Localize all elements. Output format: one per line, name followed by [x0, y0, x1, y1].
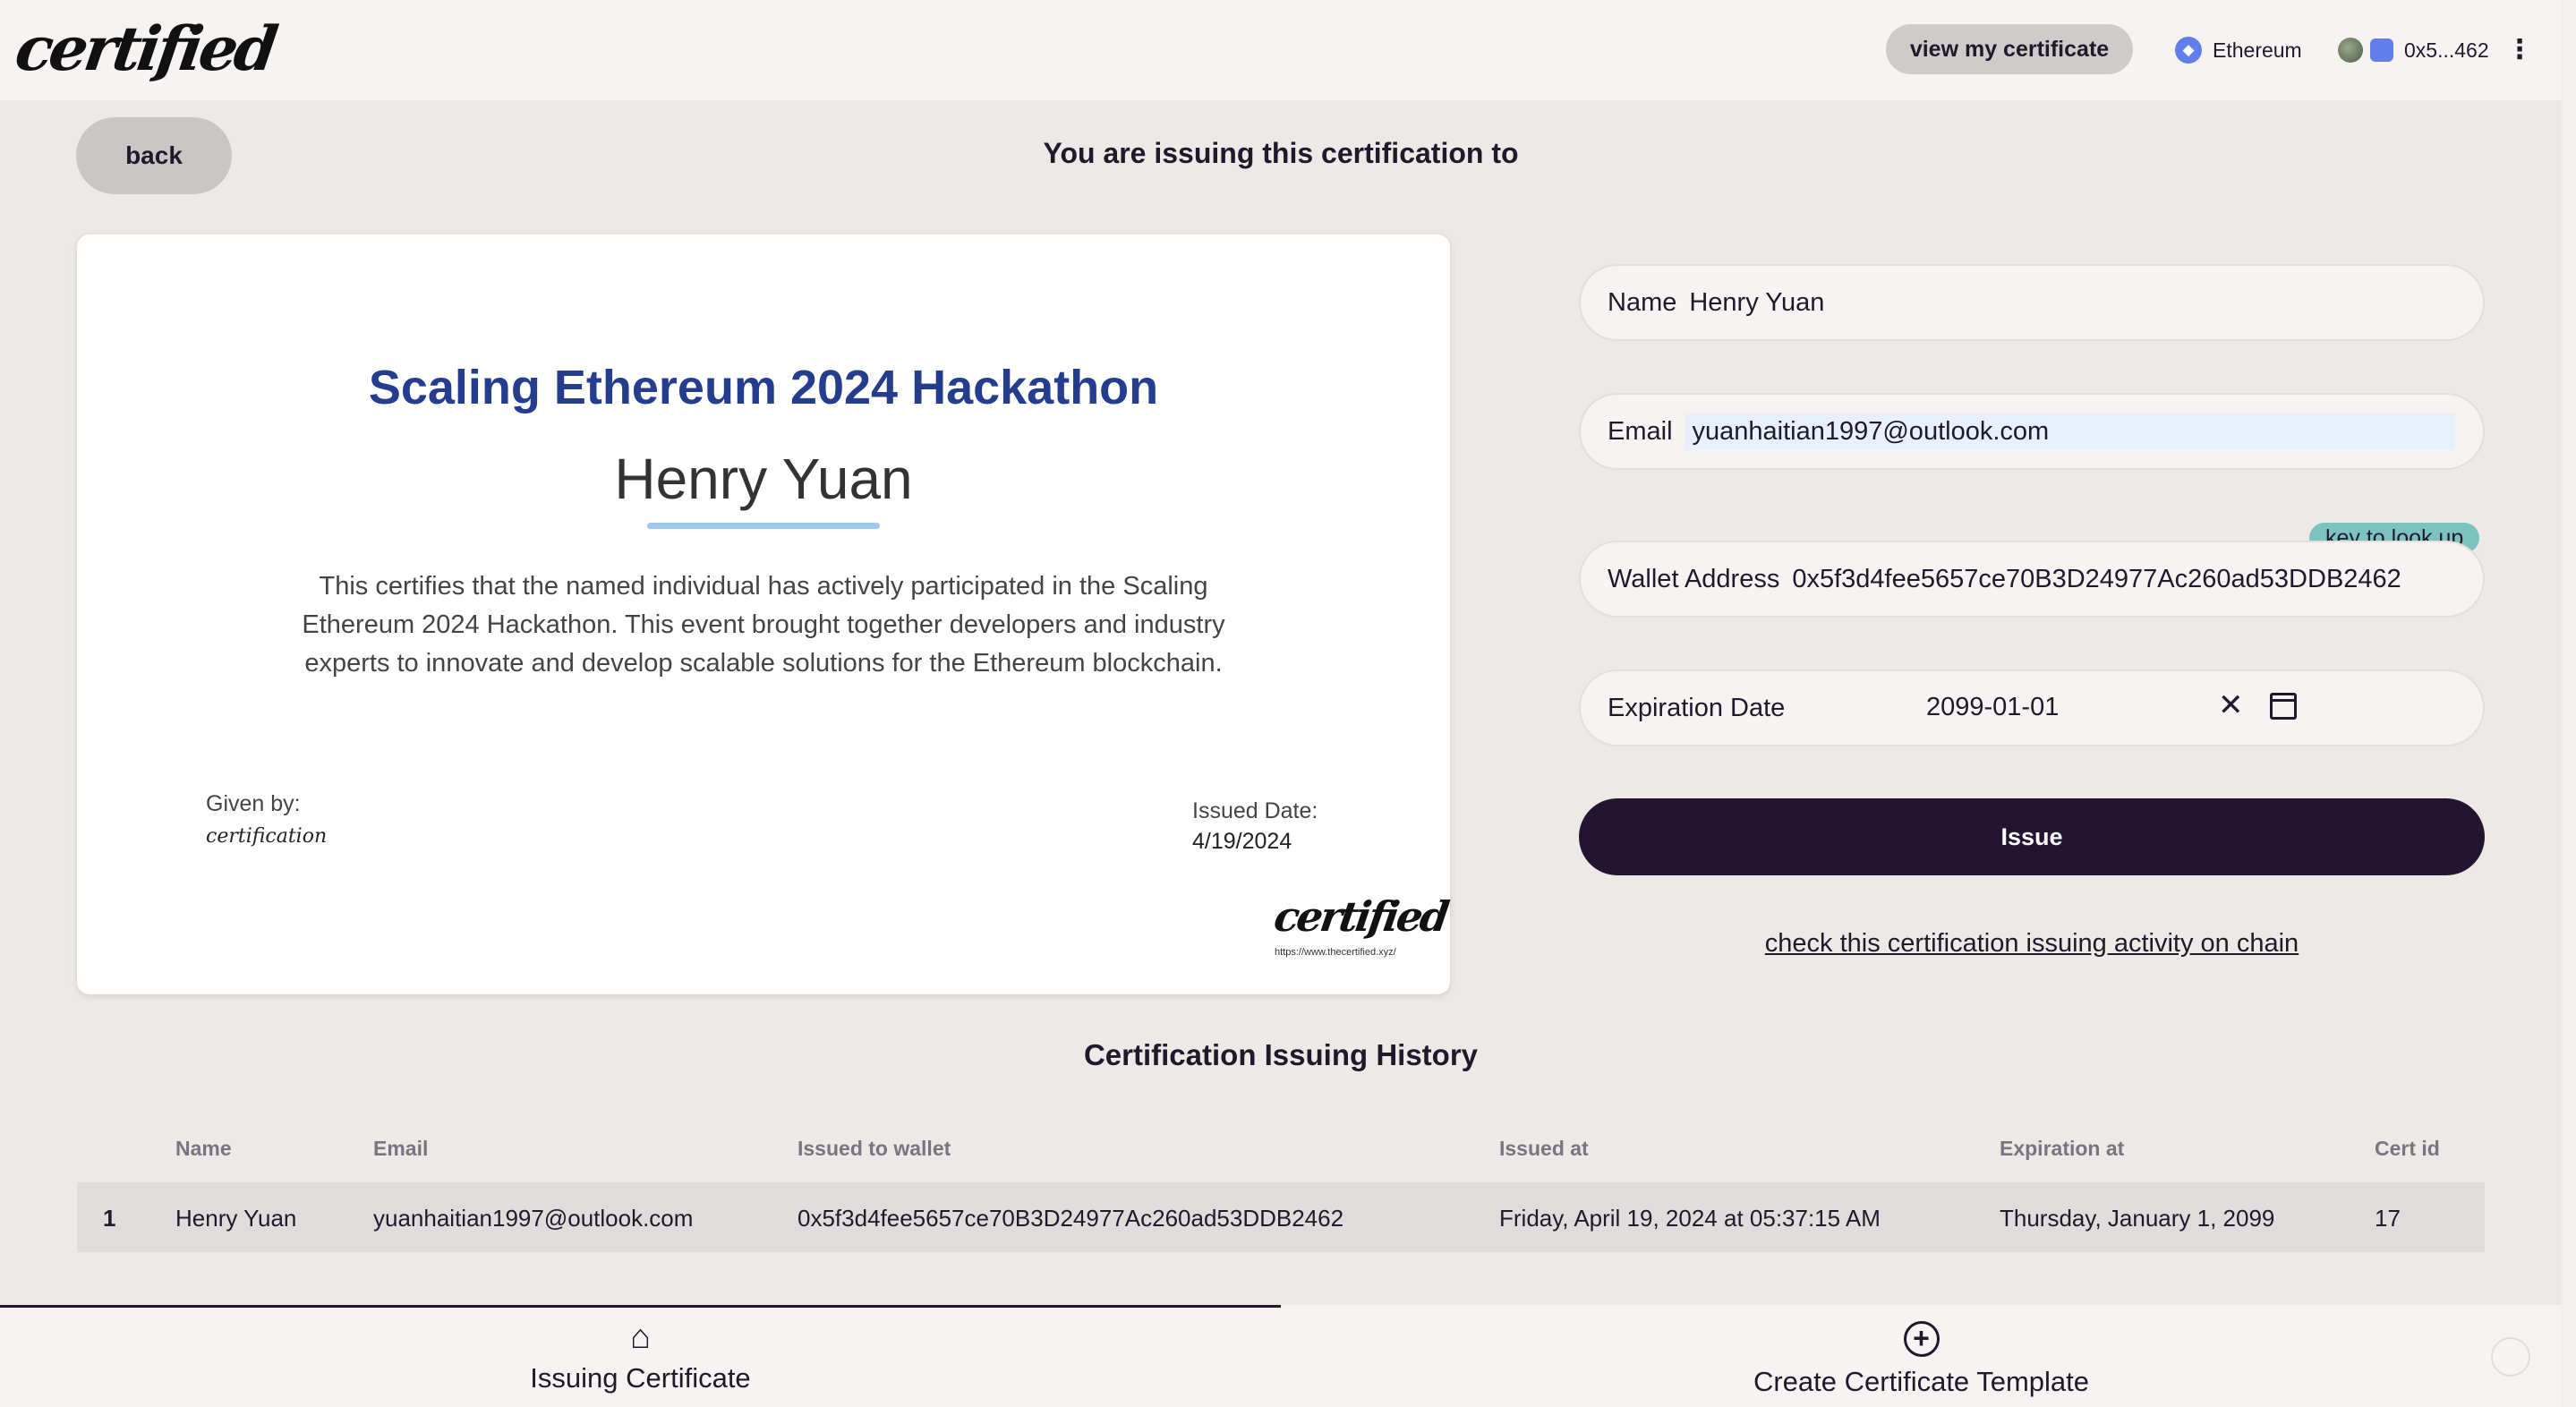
issued-date-label: Issued Date: — [1192, 798, 1318, 823]
row-index: 1 — [103, 1205, 116, 1232]
bottom-nav: ⌂ Issuing Certificate + Create Certifica… — [0, 1305, 2562, 1407]
column-header-cert-id: Cert id — [2375, 1137, 2440, 1160]
recipient-underline — [647, 523, 880, 529]
tab-create-certificate-template-label: Create Certificate Template — [1753, 1366, 2090, 1397]
issued-date-value: 4/19/2024 — [1192, 829, 1292, 854]
account-address: 0x5...462 — [2404, 38, 2489, 62]
row-expiration-at: Thursday, January 1, 2099 — [2000, 1205, 2275, 1232]
expiration-label: Expiration Date — [1608, 693, 1786, 722]
page-title: You are issuing this certification to — [1043, 137, 1519, 169]
wallet-icon — [2370, 38, 2393, 62]
email-field[interactable]: Email yuanhaitian1997@outlook.com — [1579, 393, 2485, 470]
row-wallet: 0x5f3d4fee5657ce70B3D24977Ac260ad53DDB24… — [798, 1205, 1344, 1232]
clear-icon[interactable]: ✕ — [2218, 687, 2244, 723]
certificate-logo: certified — [1271, 892, 1450, 941]
row-name: Henry Yuan — [175, 1205, 297, 1232]
certificate-preview: Scaling Ethereum 2024 Hackathon Henry Yu… — [77, 234, 1450, 994]
column-header-issued-at: Issued at — [1499, 1137, 1589, 1160]
top-header: certified view my certificate ◆ Ethereum… — [0, 0, 2562, 100]
certificate-description: This certifies that the named individual… — [302, 572, 1225, 678]
name-field[interactable]: Name Henry Yuan — [1579, 264, 2485, 341]
network-selector[interactable]: ◆ Ethereum — [2175, 32, 2302, 68]
row-cert-id: 17 — [2375, 1205, 2401, 1232]
wallet-input[interactable]: 0x5f3d4fee5657ce70B3D24977Ac260ad53DDB24… — [1792, 565, 2401, 594]
scrollbar[interactable] — [2562, 0, 2576, 1407]
issue-button[interactable]: Issue — [1579, 798, 2485, 875]
certificate-title: Scaling Ethereum 2024 Hackathon — [368, 361, 1159, 414]
help-button[interactable] — [2491, 1337, 2530, 1377]
ethereum-icon: ◆ — [2175, 37, 2202, 64]
expiration-input[interactable]: 2099-01-01 — [1926, 693, 2059, 722]
certificate-recipient: Henry Yuan — [614, 447, 913, 511]
avatar — [2338, 38, 2363, 63]
row-email: yuanhaitian1997@outlook.com — [373, 1205, 694, 1232]
account-button[interactable]: 0x5...462 — [2338, 32, 2489, 68]
column-header-email: Email — [373, 1137, 429, 1160]
expiration-field[interactable]: Expiration Date 2099-01-01 ✕ — [1579, 669, 2485, 746]
column-header-wallet: Issued to wallet — [798, 1137, 951, 1160]
name-input[interactable]: Henry Yuan — [1689, 288, 1824, 318]
tab-create-certificate-template[interactable]: + Create Certificate Template — [1281, 1305, 2562, 1407]
history-title: Certification Issuing History — [1083, 1038, 1479, 1071]
row-issued-at: Friday, April 19, 2024 at 05:37:15 AM — [1499, 1205, 1881, 1232]
column-header-name: Name — [175, 1137, 232, 1160]
wallet-field[interactable]: Wallet Address 0x5f3d4fee5657ce70B3D2497… — [1579, 541, 2485, 618]
tab-issuing-certificate[interactable]: ⌂ Issuing Certificate — [0, 1305, 1281, 1407]
chain-activity-link[interactable]: check this certification issuing activit… — [1579, 929, 2485, 959]
given-by-label: Given by: — [206, 791, 301, 816]
more-options-icon[interactable]: ⋮ — [2506, 32, 2533, 68]
given-by-signature: certification — [206, 825, 328, 848]
column-header-expiration-at: Expiration at — [2000, 1137, 2125, 1160]
calendar-icon[interactable] — [2270, 693, 2297, 720]
email-input[interactable]: yuanhaitian1997@outlook.com — [1685, 413, 2455, 450]
home-icon: ⌂ — [630, 1318, 651, 1356]
plus-circle-icon: + — [1281, 1317, 2562, 1357]
wallet-label: Wallet Address — [1608, 564, 1780, 593]
view-my-certificate-button[interactable]: view my certificate — [1886, 24, 2133, 74]
email-label: Email — [1608, 416, 1673, 446]
network-name: Ethereum — [2213, 38, 2302, 62]
app-logo[interactable]: certified — [11, 9, 278, 90]
tab-issuing-certificate-label: Issuing Certificate — [530, 1362, 751, 1394]
certificate-url: https://www.thecertified.xyz/ — [1275, 947, 1396, 958]
name-label: Name — [1608, 287, 1677, 317]
